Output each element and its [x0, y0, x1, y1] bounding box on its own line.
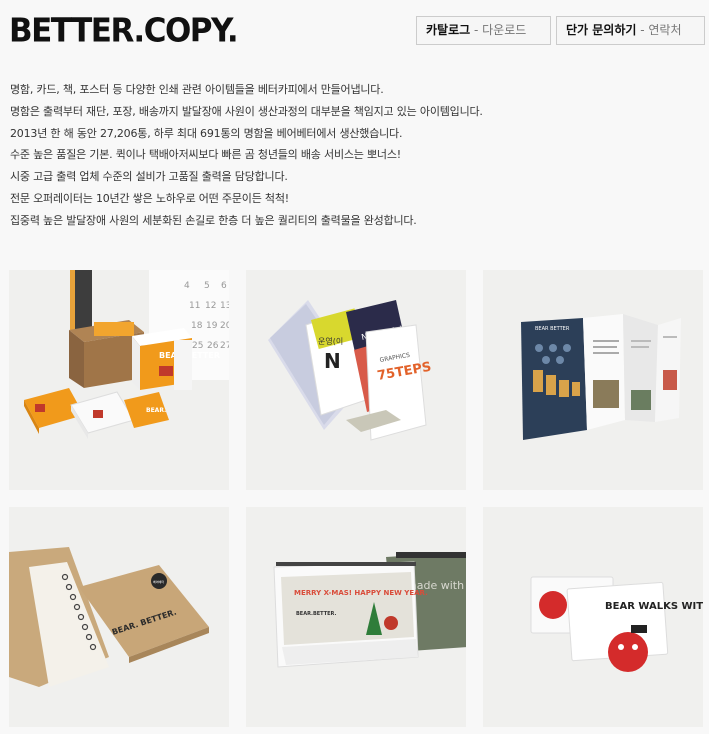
- inquiry-label: 단가 문의하기: [566, 23, 637, 37]
- intro-line: 명함은 출력부터 재단, 포장, 배송까지 발달장애 사원이 생산과정의 대부분…: [10, 104, 483, 118]
- intro-line: 집중력 높은 발달장애 사원의 세분화된 손길로 한층 더 높은 퀄리티의 출력…: [10, 213, 417, 227]
- gallery-notebook-image[interactable]: 베어베터 BEAR. BETTER.: [9, 507, 229, 727]
- intro-line: 시중 고급 출력 업체 수준의 설비가 고품질 출력을 담당합니다.: [10, 170, 288, 184]
- separator: -: [470, 23, 483, 37]
- download-label: 다운로드: [482, 23, 527, 37]
- intro-line: 전문 오퍼레이터는 10년간 쌓은 노하우로 어떤 주문이든 척척!: [10, 191, 289, 205]
- price-inquiry-button[interactable]: 단가 문의하기 - 연락처: [556, 16, 705, 45]
- calendar-number: 5: [204, 281, 210, 291]
- calendar-number: 18: [191, 321, 203, 331]
- calendar-number: 20: [220, 321, 229, 331]
- calendar-number: 6: [221, 281, 227, 291]
- notebook-badge: 베어베터: [153, 579, 164, 584]
- gallery-calendar-image[interactable]: made with MERRY X-MAS! HAPPY NEW YEAR. B…: [246, 507, 466, 727]
- calendar-number: 19: [206, 321, 218, 331]
- calendar-number: 27: [220, 341, 229, 351]
- intro-text: 명함, 카드, 책, 포스터 등 다양한 인쇄 관련 아이템들을 베터카피에서 …: [10, 79, 700, 232]
- catalog-download-button[interactable]: 카탈로그 - 다운로드: [416, 16, 551, 45]
- contact-label: 연락처: [648, 23, 682, 37]
- gallery-brochure-image[interactable]: BEAR BETTER: [483, 270, 703, 490]
- separator: -: [636, 23, 649, 37]
- svg-text:N: N: [324, 349, 341, 373]
- intro-line: 2013년 한 해 동안 27,206통, 하루 최대 691통의 명함을 베어…: [10, 126, 403, 140]
- intro-line: 명함, 카드, 책, 포스터 등 다양한 인쇄 관련 아이템들을 베터카피에서 …: [10, 83, 384, 96]
- booklet-cover-a: 운영(이: [318, 336, 343, 346]
- calendar-number: 4: [184, 281, 190, 291]
- calendar-number: 11: [189, 301, 200, 311]
- calendar-brand: BEAR.BETTER.: [296, 611, 336, 617]
- calendar-number: 26: [207, 341, 219, 351]
- intro-line: 수준 높은 품질은 기본. 퀵이나 택배아저씨보다 빠른 곰 청년들의 배송 서…: [10, 148, 401, 162]
- svg-text:BEAR.: BEAR.: [146, 407, 166, 414]
- gallery-booklets-image[interactable]: 운영(이 N New Training 75TEPS GRAPHICS: [246, 270, 466, 490]
- card-text: BEAR WALKS WITH US: [605, 601, 703, 612]
- catalog-label: 카탈로그: [426, 23, 471, 37]
- gallery-namecards-image[interactable]: 4 5 6 11 12 13 18 19 20 25 26 27 BEAR BE…: [9, 270, 229, 490]
- brochure-title: BEAR BETTER: [535, 326, 570, 332]
- calendar-number: 12: [205, 301, 216, 311]
- gallery-cards-image[interactable]: BEAR WALKS WITH US: [483, 507, 703, 727]
- logo[interactable]: BETTER.COPY.: [9, 12, 239, 50]
- calendar-number: 25: [192, 341, 203, 351]
- calendar-headline: MERRY X-MAS! HAPPY NEW YEAR.: [294, 589, 428, 597]
- calendar-number: 13: [220, 301, 229, 311]
